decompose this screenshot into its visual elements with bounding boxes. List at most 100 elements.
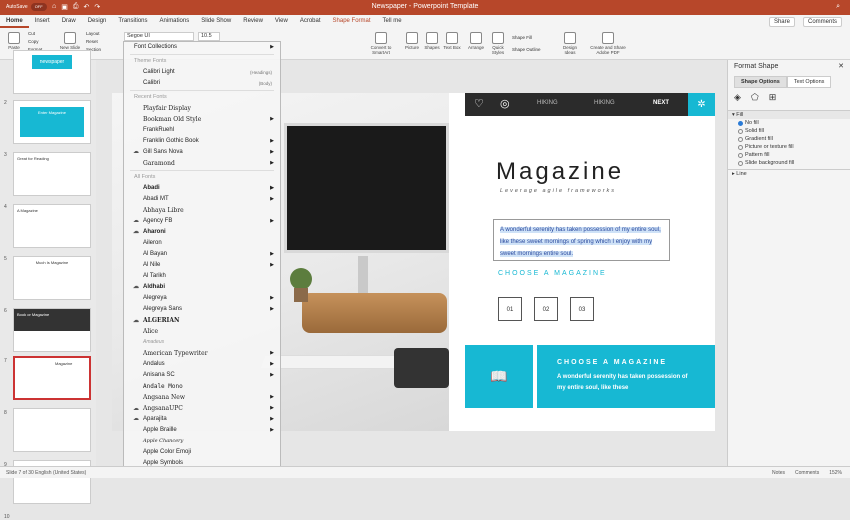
font-item[interactable]: Andalus ▶ [124,359,280,370]
font-item[interactable]: ☁ Gill Sans Nova ▶ [124,147,280,158]
font-item[interactable]: ☁ Aldhabi [124,282,280,293]
line-header[interactable]: ▸ Line [728,169,850,178]
paste-button[interactable]: Paste [2,30,26,50]
radio-slide-bg-fill[interactable]: Slide background fill [728,159,850,167]
font-item[interactable]: Andale Mono [124,381,280,392]
design-ideas-button[interactable]: Design Ideas [558,30,582,55]
reset-button[interactable]: Reset [86,38,101,46]
quick-styles-button[interactable]: Quick Styles [486,30,510,55]
slide-thumbnail[interactable]: Much Is Magazine [13,256,91,300]
font-name-input[interactable]: Segoe UI [124,32,194,41]
search-icon[interactable]: ⌕ [836,3,840,11]
font-item[interactable]: Apple Braille ▶ [124,425,280,436]
cyan-info-box[interactable]: CHOOSE A MAGAZINE A wonderful serenity h… [537,345,715,408]
fill-line-icon[interactable]: ◈ [734,92,741,103]
font-item[interactable]: ☁ Aparajita ▶ [124,414,280,425]
font-item[interactable]: Alegreya Sans ▶ [124,304,280,315]
font-item[interactable]: Franklin Gothic Book ▶ [124,136,280,147]
zoom-level[interactable]: 152% [829,470,842,476]
tab-shape-format[interactable]: Shape Format [327,15,377,28]
tab-animations[interactable]: Animations [154,15,196,28]
font-item[interactable]: Abadi ▶ [124,183,280,194]
comments-button[interactable]: Comments [802,17,842,27]
number-box[interactable]: 01 [498,297,522,321]
font-item[interactable]: Apple Color Emoji [124,447,280,458]
font-item[interactable]: Anisana SC ▶ [124,370,280,381]
choose-magazine-heading[interactable]: CHOOSE A MAGAZINE [498,270,607,277]
size-properties-icon[interactable]: ⊞ [769,92,777,103]
font-item[interactable]: Garamond ▶ [124,158,280,169]
font-item[interactable]: ☁ AngsanaUPC ▶ [124,403,280,414]
comments-status-button[interactable]: Comments [795,470,819,476]
font-item[interactable]: Bookman Old Style ▶ [124,114,280,125]
radio-button[interactable] [738,160,743,166]
effects-icon[interactable]: ⬠ [751,92,759,103]
number-box[interactable]: 03 [570,297,594,321]
slide-subtitle[interactable]: Leverage agile frameworks [500,188,616,194]
radio-button[interactable] [738,120,743,126]
font-item[interactable]: Calibri (Body) [124,78,280,89]
slide-thumbnail-selected[interactable]: Magazine [13,356,91,400]
font-item[interactable]: Apple Chancery [124,436,280,447]
tab-text-options[interactable]: Text Options [786,76,832,88]
font-item[interactable]: Aileron [124,238,280,249]
slide-thumbnail-panel[interactable]: newspaper 2 Enter Magazine 3 Great for R… [0,50,96,520]
close-icon[interactable]: ✕ [838,62,844,70]
number-box[interactable]: 02 [534,297,558,321]
arrange-button[interactable]: Arrange [464,30,488,50]
radio-button[interactable] [738,136,743,142]
font-item[interactable]: FrankRuehl [124,125,280,136]
shape-fill-button[interactable]: Shape Fill [512,32,541,44]
tab-shape-options[interactable]: Shape Options [734,76,787,88]
font-item[interactable]: Angsana New ▶ [124,392,280,403]
font-item[interactable]: Al Bayan ▶ [124,249,280,260]
slide-thumbnail[interactable]: Great for Reading [13,152,91,196]
copy-button[interactable]: Copy [28,38,42,46]
tab-slide-show[interactable]: Slide Show [195,15,237,28]
slide-thumbnail[interactable]: Enter Magazine [13,100,91,144]
tab-view[interactable]: View [269,15,294,28]
slide-thumbnail[interactable]: newspaper [13,50,91,94]
tab-transitions[interactable]: Transitions [112,15,153,28]
font-item[interactable]: Playfair Display [124,103,280,114]
menu-item-font-collections[interactable]: Font Collections ▶ [124,42,280,53]
slide-thumbnail[interactable]: Book or Magazine [13,308,91,352]
shape-outline-button[interactable]: Shape Outline [512,44,541,56]
cut-button[interactable]: Cut [28,30,42,38]
font-item[interactable]: Al Nile ▶ [124,260,280,271]
textbox-button[interactable]: Text Box [440,30,464,50]
tab-draw[interactable]: Draw [56,15,82,28]
selected-text-box[interactable]: A wonderful serenity has taken possessio… [493,219,670,261]
create-share-pdf-button[interactable]: Create and Share Adobe PDF [588,30,628,55]
font-item[interactable]: ☁ Agency FB ▶ [124,216,280,227]
font-item[interactable]: Amadeus [124,337,280,348]
font-dropdown-menu[interactable]: Font Collections ▶ Theme Fonts Calibri Li… [123,41,281,478]
font-item[interactable]: Abadi MT ▶ [124,194,280,205]
font-item[interactable]: Calibri Light (Headings) [124,67,280,78]
slide-thumbnail[interactable]: A Magazine [13,204,91,248]
font-item[interactable]: Abhaya Libre [124,205,280,216]
radio-picture-fill[interactable]: Picture or texture fill [728,143,850,151]
font-item[interactable]: Al Tarikh [124,271,280,282]
fill-header[interactable]: ▾ Fill [728,110,850,119]
radio-no-fill[interactable]: No fill [728,119,850,127]
radio-pattern-fill[interactable]: Pattern fill [728,151,850,159]
radio-solid-fill[interactable]: Solid fill [728,127,850,135]
radio-gradient-fill[interactable]: Gradient fill [728,135,850,143]
slide-title[interactable]: Magazine [496,158,624,186]
notes-button[interactable]: Notes [772,470,785,476]
tab-design[interactable]: Design [82,15,113,28]
convert-smartart-button[interactable]: Convert to SmartArt [366,30,396,55]
font-item[interactable]: ☁ Aharoni [124,227,280,238]
tab-review[interactable]: Review [237,15,269,28]
font-item[interactable]: ☁ ALGERIAN [124,315,280,326]
tab-acrobat[interactable]: Acrobat [294,15,327,28]
font-item[interactable]: American Typewriter ▶ [124,348,280,359]
share-button[interactable]: Share [768,17,795,27]
new-slide-button[interactable]: New Slide [58,30,82,50]
radio-button[interactable] [738,144,743,150]
tab-insert[interactable]: Insert [29,15,56,28]
tab-tell-me[interactable]: Tell me [377,15,408,28]
slide-thumbnail[interactable] [13,408,91,452]
tab-home[interactable]: Home [0,15,29,28]
